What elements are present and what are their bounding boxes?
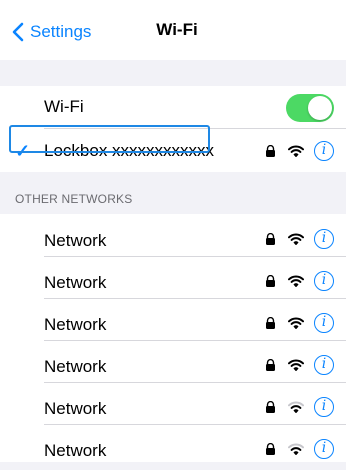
network-name: Network xyxy=(44,315,107,334)
page-title: Wi-Fi xyxy=(156,20,198,39)
network-row[interactable]: Network i xyxy=(0,214,346,256)
lock-icon xyxy=(266,443,275,455)
wifi-toggle[interactable] xyxy=(286,94,334,122)
lock-icon xyxy=(266,401,275,413)
network-name: Network xyxy=(44,273,107,292)
lock-icon xyxy=(266,233,275,245)
lock-icon xyxy=(266,317,275,329)
wifi-signal-icon xyxy=(288,275,304,287)
network-status-icons: i xyxy=(265,302,334,344)
network-status-icons: i xyxy=(265,344,334,386)
toggle-knob xyxy=(308,96,332,120)
network-row[interactable]: Network i xyxy=(0,256,346,298)
info-button[interactable]: i xyxy=(314,355,334,375)
info-button[interactable]: i xyxy=(314,229,334,249)
network-status-icons: i xyxy=(265,260,334,302)
network-list: Network i Network i Network i Network i … xyxy=(0,214,346,462)
info-button[interactable]: i xyxy=(314,140,334,161)
section-header-label: OTHER NETWORKS xyxy=(15,192,133,206)
network-row[interactable]: Network i xyxy=(0,340,346,382)
info-button[interactable]: i xyxy=(314,271,334,291)
info-button[interactable]: i xyxy=(314,439,334,459)
wifi-signal-icon xyxy=(288,233,304,245)
wifi-signal-icon xyxy=(288,443,304,455)
lock-icon xyxy=(266,359,275,371)
wifi-toggle-row: Wi-Fi xyxy=(0,86,346,128)
network-status-icons: i xyxy=(265,428,334,470)
wifi-signal-icon xyxy=(288,359,304,371)
network-name: Network xyxy=(44,399,107,418)
lock-icon xyxy=(266,275,275,287)
wifi-settings-group: Wi-Fi ✓ Lockbox xxxxxxxxxxxx i xyxy=(0,86,346,172)
network-name: Network xyxy=(44,441,107,460)
network-status-icons: i xyxy=(265,129,334,172)
network-status-icons: i xyxy=(265,218,334,260)
other-networks-header: OTHER NETWORKS xyxy=(0,172,346,214)
navigation-bar: Settings Wi-Fi xyxy=(0,0,346,60)
connected-network-highlight xyxy=(9,125,210,153)
lock-icon xyxy=(266,144,275,157)
section-spacer xyxy=(0,60,346,86)
info-button[interactable]: i xyxy=(314,397,334,417)
wifi-signal-icon xyxy=(288,401,304,413)
network-name: Network xyxy=(44,231,107,250)
network-row[interactable]: Network i xyxy=(0,424,346,466)
info-button[interactable]: i xyxy=(314,313,334,333)
network-row[interactable]: Network i xyxy=(0,298,346,340)
wifi-signal-icon xyxy=(288,317,304,329)
wifi-signal-icon xyxy=(288,144,304,157)
network-status-icons: i xyxy=(265,386,334,428)
network-name: Network xyxy=(44,357,107,376)
network-row[interactable]: Network i xyxy=(0,382,346,424)
wifi-label: Wi-Fi xyxy=(44,97,84,116)
